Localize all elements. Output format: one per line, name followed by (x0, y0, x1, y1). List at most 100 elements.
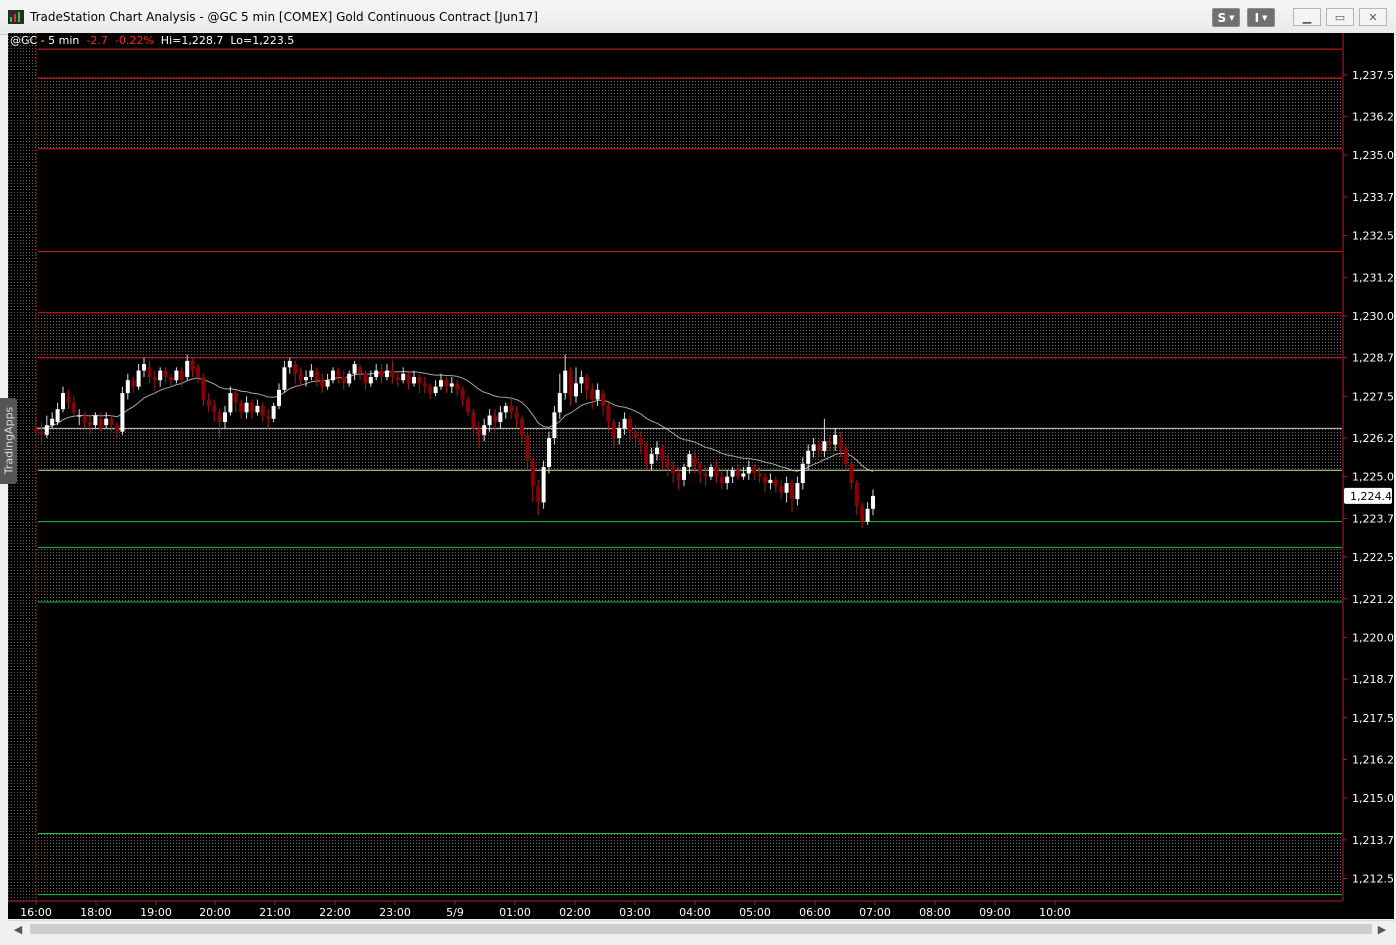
candle-body (730, 470, 735, 477)
candle-body (563, 370, 568, 394)
candle-body (557, 393, 562, 413)
candle-body (800, 463, 805, 484)
minimize-button[interactable]: ▁ (1293, 8, 1321, 26)
candle-body (736, 470, 740, 477)
candle-body (811, 444, 816, 451)
candle-body (228, 393, 233, 413)
scroll-left-icon[interactable]: ◀ (10, 922, 26, 937)
candle-body (217, 412, 222, 422)
scrollbar-thumb[interactable] (30, 924, 1372, 934)
symbol-menu-button[interactable]: S ▼ (1212, 8, 1240, 27)
price-tick-label: 1,223.7 (1352, 512, 1394, 525)
candle-body (179, 370, 184, 381)
candle-body (147, 367, 152, 377)
price-tick-label: 1,232.5 (1352, 230, 1394, 243)
maximize-button[interactable]: ▭ (1326, 8, 1354, 26)
candle-body (422, 383, 427, 387)
candle-body (768, 479, 773, 484)
candle-body (34, 428, 38, 432)
candle-body (595, 389, 600, 400)
candle-body (665, 460, 670, 467)
candle-body (698, 463, 703, 474)
minimize-icon: ▁ (1302, 10, 1312, 24)
candle-body (277, 389, 281, 406)
candle-body (109, 418, 114, 426)
candle-body (152, 376, 157, 381)
price-tick-label: 1,230.0 (1352, 310, 1394, 323)
candle-body (374, 370, 379, 377)
candle-body (687, 454, 692, 467)
candle-body (725, 476, 730, 484)
time-tick-label: 20:00 (199, 906, 231, 919)
net-change: -2.7 (86, 34, 108, 47)
candle-body (223, 412, 227, 422)
candle-body (115, 425, 119, 432)
candle-body (547, 438, 551, 467)
price-tick-label: 1,212.5 (1352, 872, 1394, 885)
candle-body (341, 376, 346, 384)
interval-menu-label: I (1254, 10, 1260, 25)
candle-body (433, 386, 438, 394)
candle-body (347, 373, 352, 384)
candle-body (61, 393, 65, 410)
candle-body (757, 473, 762, 477)
candle-body (417, 376, 422, 384)
candle-body (649, 454, 654, 464)
price-chart[interactable]: 1,237.5 1,236.2 1,235.0 1,233.7 1,232.5 1,231… (8, 33, 1394, 919)
candle-body (779, 486, 784, 493)
close-button[interactable]: ✕ (1359, 8, 1387, 26)
candle-body (860, 505, 865, 522)
candle-body (439, 380, 443, 387)
candle-body (520, 418, 524, 435)
scroll-right-icon[interactable]: ▶ (1374, 922, 1390, 937)
price-tick-label: 1,216.2 (1352, 754, 1394, 767)
candle-body (352, 364, 357, 374)
candle-body (174, 370, 179, 381)
candle-body (790, 483, 794, 500)
candle-body (530, 460, 535, 487)
horizontal-scrollbar[interactable]: ◀ ▶ (8, 920, 1394, 938)
candle-body (368, 376, 373, 384)
candle-body (336, 370, 341, 377)
candle-body (817, 444, 821, 451)
time-tick-label: 16:00 (20, 906, 52, 919)
candle-body (325, 380, 330, 387)
candle-body (304, 376, 308, 381)
candle-body (849, 463, 854, 484)
candle-body (309, 370, 314, 377)
candle-body (239, 402, 244, 413)
candle-body (509, 405, 514, 413)
price-tick-label: 1,222.5 (1352, 551, 1394, 564)
candle-body (611, 421, 616, 439)
candle-body (676, 473, 681, 480)
window-title: TradeStation Chart Analysis - @GC 5 min … (30, 10, 538, 24)
candle-body (169, 376, 173, 381)
price-tick-label: 1,231.2 (1352, 271, 1394, 284)
candle-body (455, 383, 460, 390)
candle-body (784, 483, 789, 493)
candle-body (606, 405, 611, 422)
candle-body (719, 476, 724, 484)
tradingapps-label: TradingApps (2, 406, 16, 475)
candle-body (844, 447, 848, 464)
resistance-zone (38, 312, 1342, 358)
candle-body (833, 434, 838, 445)
chevron-down-icon: ▼ (1229, 13, 1235, 22)
candle-body (638, 438, 643, 445)
candle-body (503, 405, 508, 413)
candle-body (406, 373, 411, 384)
candle-body (314, 370, 319, 381)
interval-menu-button[interactable]: I ▼ (1247, 8, 1275, 27)
maximize-icon: ▭ (1334, 10, 1346, 24)
tradingapps-tab[interactable]: TradingApps (0, 398, 17, 484)
time-tick-label: 04:00 (679, 906, 711, 919)
symbol-menu-label: S (1217, 10, 1227, 25)
candle-body (493, 415, 497, 422)
candle-body (287, 360, 292, 368)
candle-body (298, 373, 303, 381)
candle-body (98, 418, 103, 429)
candle-body (536, 486, 541, 503)
chart-info-bar: @GC - 5 min -2.7 -0.22% Hi=1,228.7 Lo=1,… (10, 34, 294, 47)
candle-body (865, 508, 870, 522)
time-tick-label: 07:00 (859, 906, 891, 919)
